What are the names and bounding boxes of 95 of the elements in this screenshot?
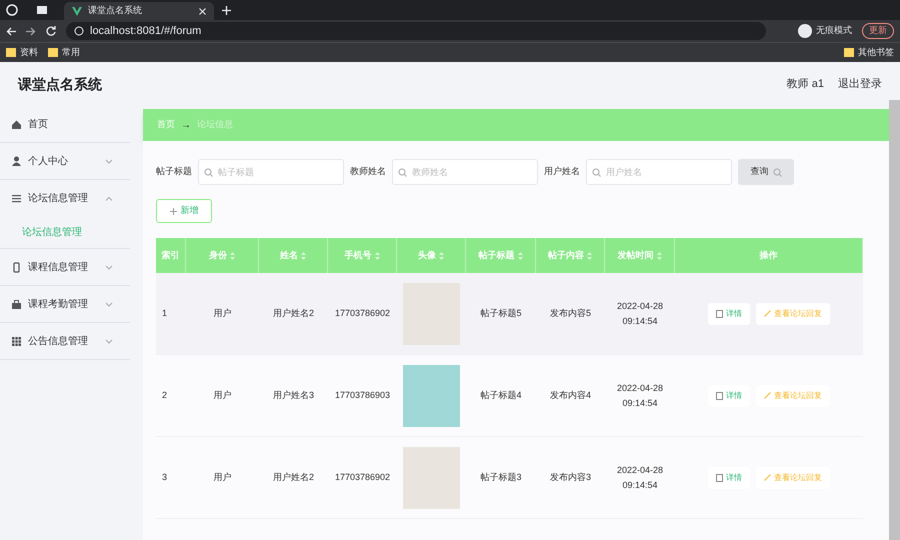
- table-cell-text: 发布内容4: [550, 389, 591, 402]
- user-icon: [11, 156, 22, 166]
- document-icon: [716, 474, 723, 482]
- browser-tab[interactable]: 课堂点名系统: [64, 2, 214, 20]
- table-cell-text: 帖子标题4: [480, 389, 522, 402]
- pencil-icon: [764, 310, 771, 317]
- search-field[interactable]: 教师姓名: [392, 159, 538, 185]
- view-replies-button[interactable]: 查看论坛回复: [756, 384, 830, 406]
- table-cell-text: 用户: [214, 307, 232, 320]
- briefcase-icon: [11, 298, 22, 310]
- update-button[interactable]: 更新: [862, 23, 894, 39]
- v-logo-icon: [72, 6, 82, 16]
- search-icon: [204, 168, 213, 177]
- window-icon: [36, 5, 48, 15]
- user-name: 教师 a1: [786, 76, 824, 92]
- info-icon: [74, 26, 84, 36]
- details-button[interactable]: 详情: [708, 384, 750, 406]
- menu-item[interactable]: 课程考勤管理: [0, 286, 130, 322]
- table-cell-text: 发布内容5: [550, 307, 591, 320]
- pencil-icon: [764, 474, 771, 481]
- table-cell-text: 2022-04-28 09:14:54: [616, 300, 664, 328]
- incognito-label: 无痕模式: [816, 24, 852, 38]
- sort-icon: [374, 252, 380, 260]
- table-cell-text: 3: [162, 471, 168, 484]
- breadcrumb-current: 论坛信息: [197, 118, 233, 132]
- search-icon: [398, 168, 407, 177]
- sort-icon: [518, 252, 522, 260]
- menu-item[interactable]: 论坛信息管理: [0, 180, 130, 216]
- document-icon: [716, 310, 723, 318]
- breadcrumb-separator: →: [181, 118, 191, 132]
- bookmark-link[interactable]: 资料: [20, 46, 38, 60]
- menu-item[interactable]: 个人中心: [0, 143, 130, 179]
- phone-icon: [11, 262, 22, 272]
- sort-icon: [230, 252, 235, 260]
- view-replies-button[interactable]: 查看论坛回复: [756, 302, 830, 324]
- address-bar[interactable]: localhost:8081/#/forum: [66, 22, 766, 40]
- app-title: 课堂点名系统: [18, 74, 102, 94]
- plus-icon: [170, 208, 176, 214]
- view-replies-button[interactable]: 查看论坛回复: [756, 466, 830, 488]
- search-field[interactable]: 用户姓名: [586, 159, 732, 185]
- incognito-icon: [798, 24, 812, 38]
- tab-title: 课堂点名系统: [88, 4, 142, 18]
- forward-icon: [26, 26, 36, 36]
- scrollbar[interactable]: [889, 100, 900, 540]
- globe-icon: [6, 4, 18, 16]
- folder-icon: [48, 48, 58, 57]
- search-icon: [772, 168, 782, 176]
- search-field[interactable]: 帖子标题: [198, 159, 344, 185]
- table-cell-text: 1: [162, 307, 168, 320]
- list-icon: [11, 192, 22, 204]
- sort-icon: [301, 252, 306, 260]
- table-cell-text: 用户: [214, 389, 232, 402]
- bookmark-link[interactable]: 常用: [62, 46, 80, 60]
- bookmark-link[interactable]: 其他书签: [858, 46, 894, 60]
- home-icon: [11, 118, 22, 130]
- table-cell-text: 17703786902: [334, 471, 390, 484]
- sort-icon: [439, 252, 444, 260]
- table-cell-text: 用户: [214, 471, 232, 484]
- close-icon: [199, 8, 206, 14]
- url-text: localhost:8081/#/forum: [90, 24, 202, 39]
- table-cell-text: 2022-04-28 09:14:54: [616, 382, 664, 410]
- details-button[interactable]: 详情: [708, 466, 750, 488]
- table-cell-text: 发布内容3: [550, 471, 591, 484]
- table-cell-text: 用户姓名2: [272, 307, 314, 320]
- sort-icon: [587, 252, 592, 260]
- table-cell-text: 2022-04-28 09:14:54: [616, 464, 664, 492]
- pencil-icon: [764, 392, 771, 399]
- field-label: 帖子标题: [156, 165, 192, 178]
- menu-item[interactable]: 课程信息管理: [0, 249, 130, 285]
- plus-icon: [222, 6, 231, 15]
- table-cell-text: 用户姓名3: [272, 389, 314, 402]
- add-button[interactable]: 新增: [156, 199, 212, 223]
- details-button[interactable]: 详情: [708, 302, 750, 324]
- search-button[interactable]: 查询: [738, 159, 794, 185]
- table-cell-text: 17703786903: [334, 389, 390, 402]
- document-icon: [716, 392, 723, 400]
- table-cell-text: 用户姓名2: [272, 471, 314, 484]
- table-cell-text: 2: [162, 389, 168, 402]
- submenu-item[interactable]: 论坛信息管理: [0, 216, 130, 248]
- table-cell-text: 帖子标题3: [480, 471, 522, 484]
- reload-icon: [46, 26, 56, 36]
- field-label: 用户姓名: [544, 165, 580, 178]
- logout-link[interactable]: 退出登录: [838, 76, 882, 92]
- back-icon: [6, 26, 16, 36]
- field-label: 教师姓名: [350, 165, 386, 178]
- folder-icon: [6, 48, 16, 57]
- sort-icon: [656, 252, 662, 260]
- menu-item[interactable]: 首页: [0, 106, 130, 142]
- search-icon: [592, 168, 601, 177]
- grid-icon: [11, 336, 22, 346]
- table-cell-text: 17703786902: [334, 307, 390, 320]
- folder-icon: [844, 48, 854, 57]
- table-cell-text: 帖子标题5: [480, 307, 522, 320]
- menu-item[interactable]: 公告信息管理: [0, 323, 130, 359]
- breadcrumb-link[interactable]: 首页: [157, 118, 175, 132]
